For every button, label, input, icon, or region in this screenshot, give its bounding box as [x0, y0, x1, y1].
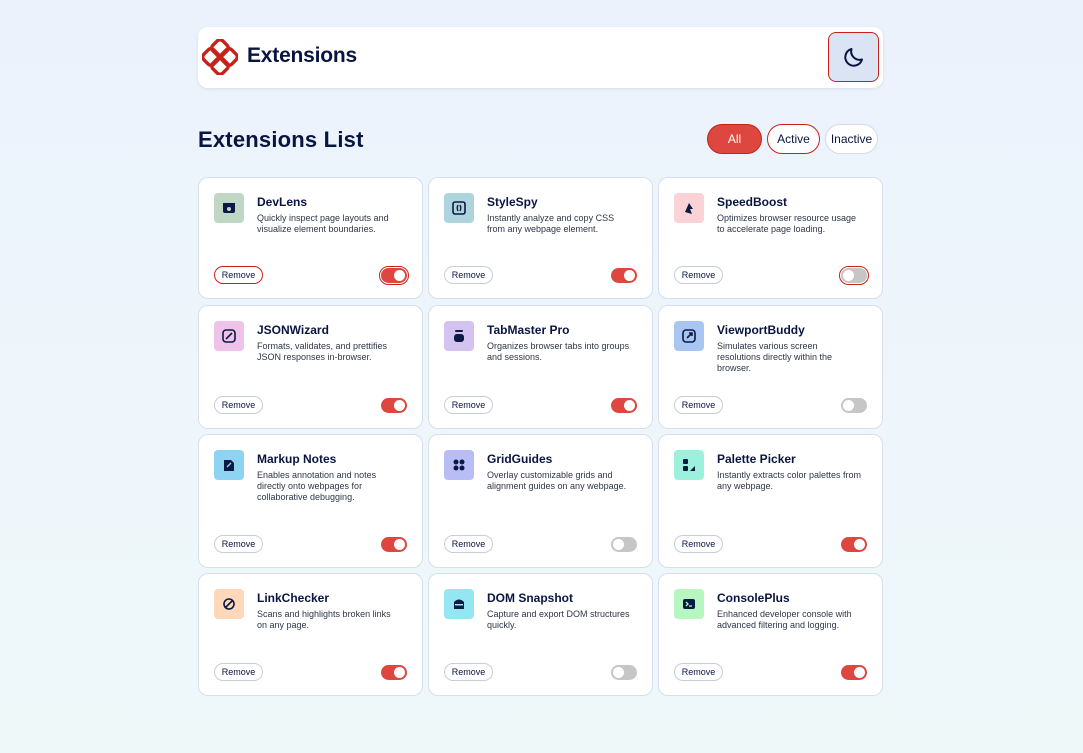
active-toggle[interactable]	[611, 665, 637, 680]
extension-card: JSONWizard Formats, validates, and pretti…	[198, 305, 423, 429]
toggle-knob	[854, 667, 865, 678]
logo-icon	[202, 39, 238, 75]
tabmaster-icon	[444, 321, 474, 351]
active-toggle[interactable]	[381, 398, 407, 413]
extension-name: DevLens	[257, 195, 308, 209]
stylespy-icon	[444, 193, 474, 223]
devlens-icon	[214, 193, 244, 223]
active-toggle[interactable]	[379, 266, 409, 285]
extension-name: ViewportBuddy	[717, 323, 805, 337]
extension-card: ConsolePlus Enhanced developer console wi…	[658, 573, 883, 696]
toggle-knob	[843, 400, 854, 411]
remove-button[interactable]: Remove	[444, 535, 493, 553]
toggle-knob	[394, 667, 405, 678]
active-toggle[interactable]	[841, 537, 867, 552]
viewportbuddy-icon	[674, 321, 704, 351]
extension-card: SpeedBoost Optimizes browser resource usa…	[658, 177, 883, 299]
markupnotes-icon	[214, 450, 244, 480]
remove-button[interactable]: Remove	[214, 663, 263, 681]
theme-toggle-button[interactable]	[828, 32, 879, 82]
extension-card: Markup Notes Enables annotation and notes…	[198, 434, 423, 568]
extension-card: StyleSpy Instantly analyze and copy CSS f…	[428, 177, 653, 299]
extension-description: Overlay customizable grids and alignment…	[487, 470, 627, 491]
active-toggle[interactable]	[381, 537, 407, 552]
remove-button[interactable]: Remove	[674, 266, 723, 284]
brand-name: Extensions	[247, 44, 358, 67]
remove-button[interactable]: Remove	[444, 266, 493, 284]
extension-description: Enhanced developer console with advanced…	[717, 609, 852, 630]
toggle-knob	[843, 270, 854, 281]
extension-name: LinkChecker	[257, 591, 330, 605]
extension-card: Palette Picker Instantly extracts color p…	[658, 434, 883, 568]
extension-card: DOM Snapshot Capture and export DOM struc…	[428, 573, 653, 696]
active-toggle[interactable]	[611, 268, 637, 283]
active-toggle[interactable]	[611, 537, 637, 552]
filter-all-button[interactable]: All	[707, 124, 762, 154]
extension-name: ConsolePlus	[717, 591, 790, 605]
extension-card: TabMaster Pro Organizes browser tabs into…	[428, 305, 653, 429]
extension-card: DevLens Quickly inspect page layouts and …	[198, 177, 423, 299]
extension-name: Palette Picker	[717, 452, 796, 466]
toggle-knob	[394, 270, 405, 281]
linkchecker-icon	[214, 589, 244, 619]
toggle-knob	[854, 539, 865, 550]
palettepicker-icon	[674, 450, 704, 480]
filter-inactive-button[interactable]: Inactive	[825, 124, 878, 154]
page-title: Extensions List	[198, 127, 364, 152]
extension-description: Instantly analyze and copy CSS from any …	[487, 213, 615, 234]
extension-name: Markup Notes	[257, 452, 337, 466]
remove-button[interactable]: Remove	[444, 396, 493, 414]
consoleplus-icon	[674, 589, 704, 619]
speedboost-icon	[674, 193, 704, 223]
toggle-knob	[613, 667, 624, 678]
extension-card: LinkChecker Scans and highlights broken l…	[198, 573, 423, 696]
extension-description: Quickly inspect page layouts and visuali…	[257, 213, 389, 234]
remove-button[interactable]: Remove	[214, 266, 263, 284]
extension-card: GridGuides Overlay customizable grids and…	[428, 434, 653, 568]
active-toggle[interactable]	[841, 398, 867, 413]
extension-card: ViewportBuddy Simulates various screen re…	[658, 305, 883, 429]
active-toggle[interactable]	[611, 398, 637, 413]
extension-description: Simulates various screen resolutions dir…	[717, 341, 833, 373]
gridguides-icon	[444, 450, 474, 480]
remove-button[interactable]: Remove	[674, 663, 723, 681]
extension-description: Scans and highlights broken links on any…	[257, 609, 391, 630]
toggle-knob	[394, 539, 405, 550]
remove-button[interactable]: Remove	[444, 663, 493, 681]
toggle-knob	[624, 400, 635, 411]
jsonwizard-icon	[214, 321, 244, 351]
extension-description: Instantly extracts color palettes from a…	[717, 470, 862, 491]
extension-description: Optimizes browser resource usage to acce…	[717, 213, 857, 234]
toggle-knob	[613, 539, 624, 550]
remove-button[interactable]: Remove	[674, 535, 723, 553]
extension-name: DOM Snapshot	[487, 591, 573, 605]
extension-name: StyleSpy	[487, 195, 538, 209]
moon-icon	[843, 48, 863, 67]
extension-name: TabMaster Pro	[487, 323, 570, 337]
extension-description: Formats, validates, and prettifies JSON …	[257, 341, 388, 362]
remove-button[interactable]: Remove	[674, 396, 723, 414]
active-toggle[interactable]	[381, 665, 407, 680]
remove-button[interactable]: Remove	[214, 535, 263, 553]
extension-description: Capture and export DOM structures quickl…	[487, 609, 630, 630]
toggle-knob	[394, 400, 405, 411]
extension-name: SpeedBoost	[717, 195, 788, 209]
toggle-knob	[624, 270, 635, 281]
extension-name: JSONWizard	[257, 323, 329, 337]
domsnapshot-icon	[444, 589, 474, 619]
remove-button[interactable]: Remove	[214, 396, 263, 414]
active-toggle[interactable]	[841, 665, 867, 680]
active-toggle[interactable]	[839, 266, 869, 285]
extension-description: Enables annotation and notes directly on…	[257, 470, 377, 502]
extension-name: GridGuides	[487, 452, 553, 466]
extension-description: Organizes browser tabs into groups and s…	[487, 341, 630, 362]
header-bar: Extensions	[198, 27, 883, 88]
filter-active-button[interactable]: Active	[767, 124, 820, 154]
